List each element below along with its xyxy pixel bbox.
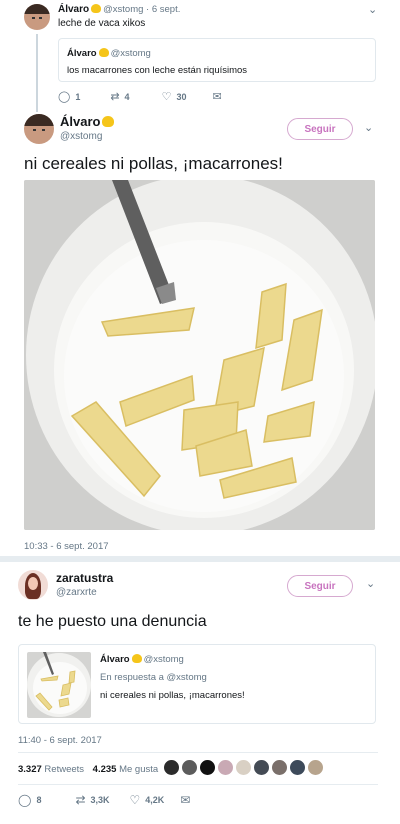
liker-avatar[interactable]	[308, 760, 323, 775]
retweets-label: Retweets	[44, 764, 85, 775]
chevron-down-icon[interactable]: ⌄	[364, 121, 373, 134]
tweet-photo[interactable]	[24, 180, 375, 530]
tweet-actions: ◯ 1 ⇄ 4 ♡ 30 ✉	[58, 90, 222, 103]
quoted-tweet[interactable]: Álvaro @xstomg los macarrones con leche e…	[58, 38, 376, 82]
reply-count: 1	[75, 91, 81, 102]
follow-button[interactable]: Seguir	[287, 118, 353, 140]
like-button[interactable]: ♡ 4,2K	[130, 793, 165, 807]
liker-avatar[interactable]	[182, 760, 197, 775]
tweet-timestamp[interactable]: 11:40 - 6 sept. 2017	[18, 735, 102, 746]
retweet-button[interactable]: ⇄ 4	[110, 90, 129, 103]
avatar[interactable]	[24, 114, 54, 144]
tweet-text: leche de vaca xikos	[58, 18, 146, 29]
tweet-2: Álvaro @xstomg Seguir ⌄ ni cereales ni p…	[0, 112, 400, 556]
reply-icon: ◯	[18, 793, 32, 807]
tweet-stats: 3.327 Retweets 4.235 Me gusta	[18, 764, 158, 775]
liker-avatar[interactable]	[164, 760, 179, 775]
like-count: 30	[176, 91, 187, 102]
liker-avatar[interactable]	[236, 760, 251, 775]
author-name[interactable]: zaratustra	[56, 571, 113, 585]
liker-avatar[interactable]	[218, 760, 233, 775]
emoji-icon	[131, 654, 142, 663]
tweet-text: ni cereales ni pollas, ¡macarrones!	[24, 154, 283, 173]
quoted-author-name: Álvaro	[67, 48, 97, 59]
avatar[interactable]	[24, 4, 50, 30]
author-handle[interactable]: @xstomg	[60, 131, 102, 142]
tweet-1: Álvaro @xstomg · 6 sept. ⌄ leche de vaca …	[0, 0, 400, 112]
retweets-stat[interactable]: 3.327 Retweets	[18, 764, 87, 775]
liker-avatar[interactable]	[272, 760, 287, 775]
liker-avatar[interactable]	[200, 760, 215, 775]
likes-label: Me gusta	[119, 764, 159, 775]
message-button[interactable]: ✉	[180, 793, 190, 807]
quoted-tweet-text: ni cereales ni pollas, ¡macarrones!	[100, 690, 245, 701]
liker-avatar[interactable]	[254, 760, 269, 775]
heart-icon: ♡	[161, 91, 172, 103]
tweet-text: te he puesto una denuncia	[18, 613, 207, 630]
message-button[interactable]: ✉	[212, 90, 221, 103]
author-handle[interactable]: @zarxrte	[56, 587, 97, 598]
divider	[18, 752, 378, 753]
emoji-icon	[98, 48, 109, 57]
reply-count: 8	[36, 795, 42, 805]
likes-stat[interactable]: 4.235 Me gusta	[93, 764, 159, 775]
tweet-timestamp[interactable]: 10:33 - 6 sept. 2017	[24, 541, 109, 552]
likes-count: 4.235	[92, 764, 117, 775]
reply-button[interactable]: ◯ 8	[18, 793, 41, 807]
quoted-author-handle: @xstomg	[110, 48, 151, 59]
follow-button[interactable]: Seguir	[287, 575, 353, 597]
author-name[interactable]: Álvaro	[60, 114, 100, 129]
envelope-icon: ✉	[180, 793, 191, 807]
author-meta[interactable]: @xstomg · 6 sept.	[103, 4, 180, 15]
retweet-button[interactable]: ⇄ 3,3K	[75, 793, 109, 807]
quoted-author-name: Álvaro	[100, 654, 130, 665]
tweet-actions: ◯ 8 ⇄ 3,3K ♡ 4,2K ✉	[18, 793, 190, 807]
liker-avatar[interactable]	[290, 760, 305, 775]
heart-icon: ♡	[129, 793, 141, 807]
quoted-reply-to: En respuesta a @xstomg	[100, 672, 207, 683]
author-name[interactable]: Álvaro	[58, 4, 89, 15]
quoted-tweet[interactable]: Álvaro @xstomg En respuesta a @xstomg ni …	[18, 644, 376, 724]
thread-line	[36, 34, 38, 112]
retweet-count: 3,3K	[90, 795, 110, 805]
quoted-tweet-text: los macarrones con leche están riquísimo…	[67, 65, 248, 76]
tweet-3: zaratustra @zarxrte Seguir ⌄ te he puest…	[0, 562, 400, 824]
reply-button[interactable]: ◯ 1	[58, 90, 80, 103]
divider	[18, 784, 378, 785]
quoted-tweet-thumbnail	[27, 652, 91, 718]
envelope-icon: ✉	[212, 91, 222, 103]
retweet-count: 4	[124, 91, 130, 102]
like-count: 4,2K	[145, 795, 165, 805]
quoted-author-handle: @xstomg	[143, 654, 184, 665]
avatar[interactable]	[18, 570, 48, 600]
emoji-icon	[102, 116, 115, 127]
retweets-count: 3.327	[18, 764, 42, 775]
retweet-icon: ⇄	[75, 793, 86, 807]
reply-icon: ◯	[58, 91, 71, 103]
macaroni-bowl-image	[24, 180, 375, 530]
like-button[interactable]: ♡ 30	[162, 90, 187, 103]
retweet-icon: ⇄	[110, 91, 120, 103]
liker-avatars	[164, 760, 323, 775]
emoji-icon	[91, 4, 102, 13]
chevron-down-icon[interactable]: ⌄	[366, 577, 375, 590]
chevron-down-icon[interactable]: ⌄	[368, 3, 377, 16]
